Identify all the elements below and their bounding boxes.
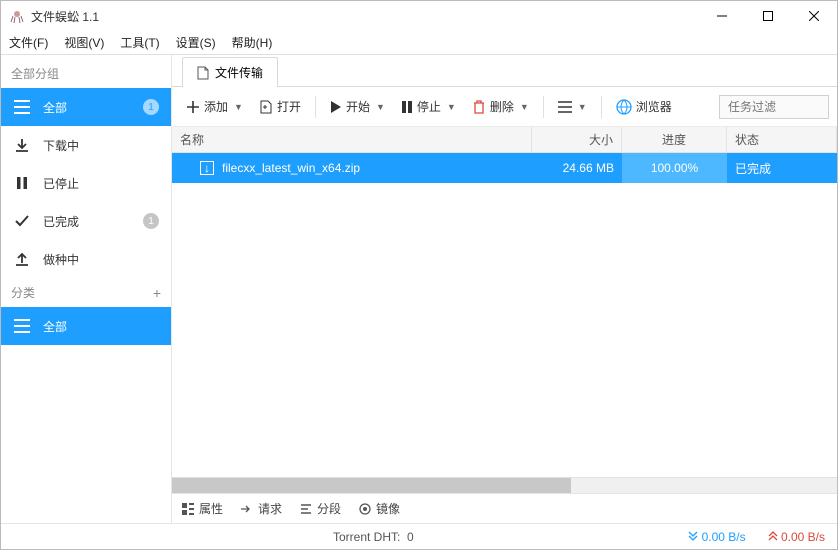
list-options-button[interactable]: ▼ — [552, 97, 593, 117]
pause-icon — [401, 100, 413, 114]
close-button[interactable] — [791, 1, 837, 31]
statusbar: Torrent DHT: 0 0.00 B/s 0.00 B/s — [1, 523, 837, 549]
maximize-button[interactable] — [745, 1, 791, 31]
upload-icon — [13, 251, 31, 267]
list-icon — [558, 101, 572, 113]
browser-button[interactable]: 浏览器 — [610, 94, 678, 119]
add-category-button[interactable]: + — [153, 285, 161, 301]
col-header-progress[interactable]: 进度 — [622, 127, 727, 152]
detail-tabs: 属性 请求 分段 镜像 — [172, 493, 837, 523]
file-status: 已完成 — [727, 160, 837, 177]
sidebar-item-label: 全部 — [43, 318, 67, 335]
col-header-size[interactable]: 大小 — [532, 127, 622, 152]
tab-properties[interactable]: 属性 — [182, 500, 223, 517]
sidebar-item-downloading[interactable]: 下载中 — [1, 126, 171, 164]
request-icon — [241, 503, 253, 515]
minimize-button[interactable] — [699, 1, 745, 31]
delete-button[interactable]: 删除▼ — [466, 94, 535, 119]
download-icon — [13, 137, 31, 153]
sidebar-item-completed[interactable]: 已完成 1 — [1, 202, 171, 240]
window-controls — [699, 1, 837, 31]
sidebar-category-all[interactable]: 全部 — [1, 307, 171, 345]
plus-icon — [186, 100, 200, 114]
file-size: 24.66 MB — [532, 161, 622, 175]
menu-help[interactable]: 帮助(H) — [232, 34, 273, 51]
caret-down-icon: ▼ — [520, 102, 529, 112]
menu-view[interactable]: 视图(V) — [64, 34, 104, 51]
globe-icon — [616, 99, 632, 115]
upload-speed: 0.00 B/s — [768, 530, 825, 544]
checkmark-icon: ↓ — [200, 161, 214, 175]
up-arrows-icon — [768, 531, 778, 541]
menu-settings[interactable]: 设置(S) — [176, 34, 216, 51]
sidebar-item-label: 已完成 — [43, 213, 79, 230]
menu-file[interactable]: 文件(F) — [9, 34, 48, 51]
open-button[interactable]: 打开 — [253, 94, 307, 119]
titlebar: 文件蜈蚣 1.1 — [1, 1, 837, 31]
file-name: filecxx_latest_win_x64.zip — [222, 161, 360, 175]
sidebar-item-stopped[interactable]: 已停止 — [1, 164, 171, 202]
app-logo-icon — [9, 8, 25, 24]
tab-label: 文件传输 — [215, 64, 263, 81]
play-icon — [330, 100, 342, 114]
count-badge: 1 — [143, 213, 159, 229]
start-button[interactable]: 开始▼ — [324, 94, 391, 119]
sidebar-group-header: 全部分组 — [1, 59, 171, 88]
progress-bar: 100.00% — [622, 153, 727, 183]
sidebar-category-header: 分类 + — [1, 278, 171, 307]
tab-segment[interactable]: 分段 — [300, 500, 341, 517]
mirror-icon — [359, 503, 371, 515]
add-button[interactable]: 添加▼ — [180, 94, 249, 119]
window-title: 文件蜈蚣 1.1 — [31, 8, 699, 25]
sidebar-item-label: 已停止 — [43, 175, 79, 192]
dht-status: Torrent DHT: 0 — [333, 530, 414, 544]
sidebar-item-label: 下载中 — [43, 137, 79, 154]
tab-file-transfer[interactable]: 文件传输 — [182, 57, 278, 87]
col-header-name[interactable]: 名称 — [172, 127, 532, 152]
file-open-icon — [259, 100, 273, 114]
stop-button[interactable]: 停止▼ — [395, 94, 462, 119]
list-body: ↓ filecxx_latest_win_x64.zip 24.66 MB 10… — [172, 153, 837, 493]
properties-icon — [182, 503, 194, 515]
horizontal-scrollbar[interactable] — [172, 477, 837, 493]
sidebar-item-label: 全部 — [43, 99, 67, 116]
caret-down-icon: ▼ — [234, 102, 243, 112]
pause-icon — [13, 176, 31, 190]
main-panel: 文件传输 添加▼ 打开 开始▼ 停止▼ 删除▼ — [171, 55, 837, 523]
menubar: 文件(F) 视图(V) 工具(T) 设置(S) 帮助(H) — [1, 31, 837, 55]
table-row[interactable]: ↓ filecxx_latest_win_x64.zip 24.66 MB 10… — [172, 153, 837, 183]
filter-input[interactable] — [719, 95, 829, 119]
count-badge: 1 — [143, 99, 159, 115]
check-icon — [13, 213, 31, 229]
segment-icon — [300, 503, 312, 515]
hamburger-icon — [13, 319, 31, 333]
trash-icon — [472, 100, 486, 114]
hamburger-icon — [13, 100, 31, 114]
toolbar: 添加▼ 打开 开始▼ 停止▼ 删除▼ ▼ — [172, 87, 837, 127]
tab-request[interactable]: 请求 — [241, 500, 282, 517]
list-header: 名称 大小 进度 状态 — [172, 127, 837, 153]
col-header-status[interactable]: 状态 — [727, 127, 837, 152]
tabbar: 文件传输 — [172, 55, 837, 87]
filter-input-wrapper — [719, 95, 829, 119]
caret-down-icon: ▼ — [578, 102, 587, 112]
menu-tools[interactable]: 工具(T) — [120, 34, 159, 51]
file-icon — [197, 66, 209, 80]
down-arrows-icon — [688, 531, 698, 541]
sidebar-item-label: 做种中 — [43, 251, 79, 268]
sidebar: 全部分组 全部 1 下载中 已停止 已完成 1 做种中 分类 + — [1, 55, 171, 523]
download-speed: 0.00 B/s — [688, 530, 745, 544]
caret-down-icon: ▼ — [376, 102, 385, 112]
caret-down-icon: ▼ — [447, 102, 456, 112]
sidebar-item-seeding[interactable]: 做种中 — [1, 240, 171, 278]
tab-mirror[interactable]: 镜像 — [359, 500, 400, 517]
sidebar-item-all[interactable]: 全部 1 — [1, 88, 171, 126]
